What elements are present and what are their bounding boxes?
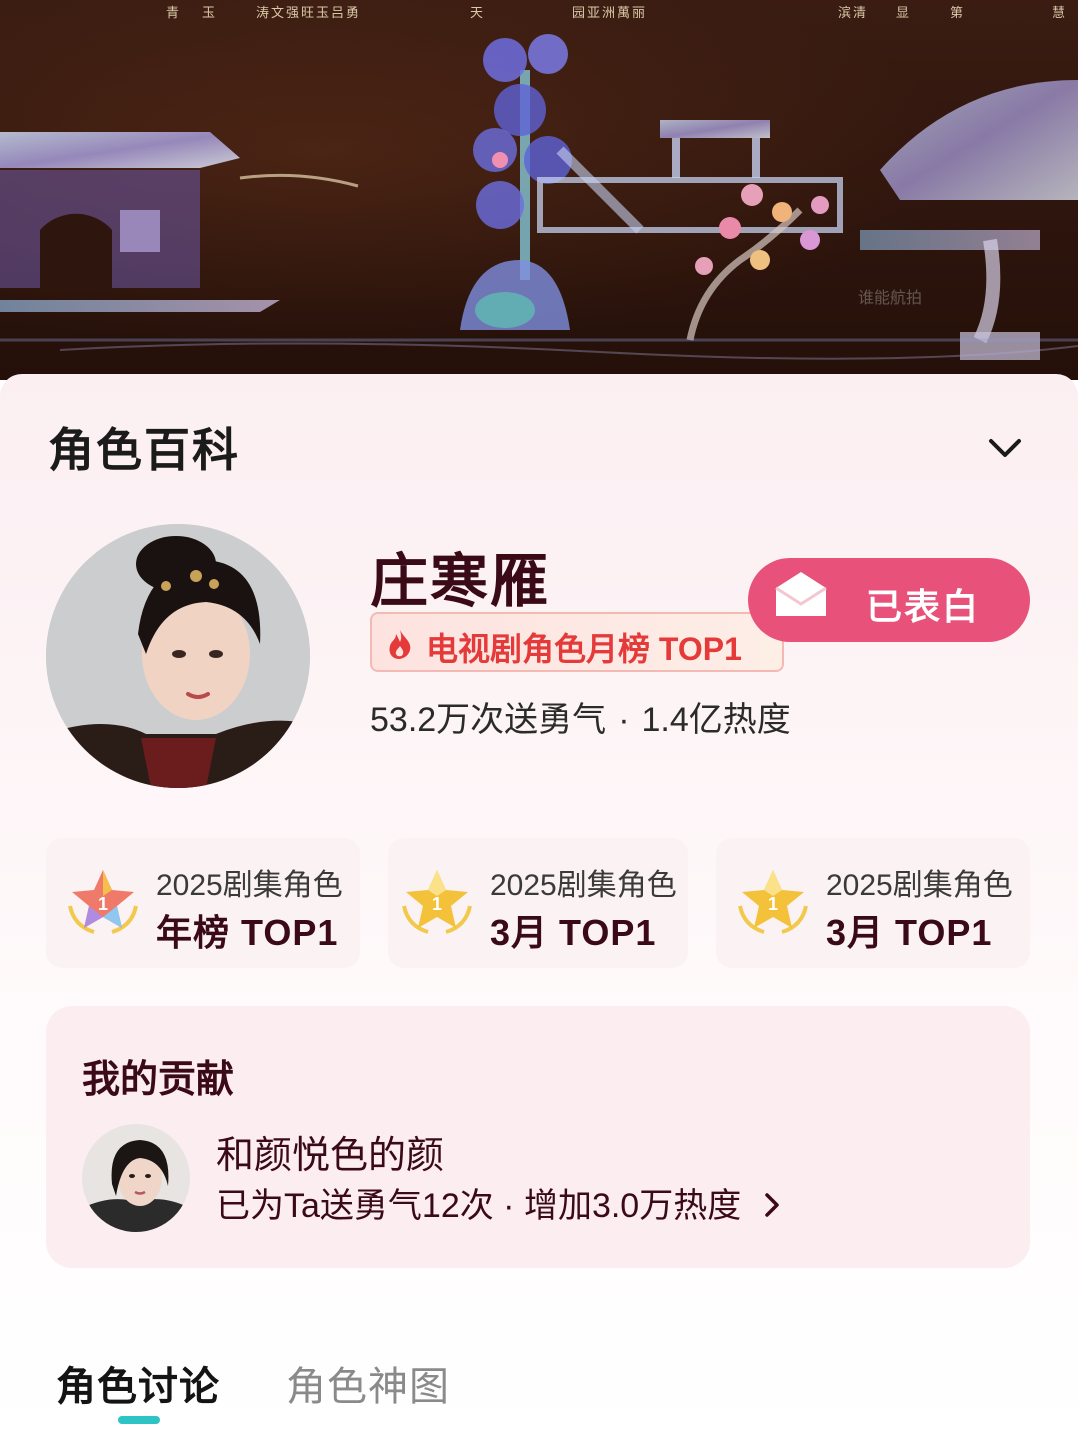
monthly-rank-tag[interactable]: 电视剧角色月榜 TOP1 [370, 612, 784, 672]
flame-icon [389, 630, 411, 659]
character-avatar[interactable] [46, 524, 310, 788]
character-name: 庄寒雁 [370, 549, 551, 614]
confess-button[interactable]: 已表白 [748, 558, 1030, 642]
contributor-name: 和颜悦色的颜 [216, 1135, 445, 1177]
medal-number: 1 [98, 894, 108, 914]
badge-march-top1[interactable]: 1 2025剧集角色 3月 TOP1 [388, 838, 688, 968]
medal-number: 1 [768, 894, 778, 914]
tab-character-images[interactable]: 角色神图 [286, 1354, 450, 1412]
medal-rainbow-icon: 1 [68, 870, 138, 934]
medal-gold-icon: 1 [402, 870, 472, 934]
badge-title: 2025剧集角色 [826, 869, 1013, 902]
section-title: 角色百科 [48, 424, 240, 476]
contribution-detail-text: 已为Ta送勇气12次 · 增加3.0万热度 [216, 1187, 742, 1225]
badge-rank: 3月 TOP1 [490, 912, 657, 953]
tab-character-discussion[interactable]: 角色讨论 [56, 1354, 220, 1412]
courage-count: 53.2万次送勇气 [370, 701, 607, 739]
badge-march-top1[interactable]: 1 2025剧集角色 3月 TOP1 [716, 838, 1030, 968]
envelope-icon [775, 572, 827, 616]
active-tab-indicator [118, 1416, 160, 1424]
medal-number: 1 [432, 894, 442, 914]
chevron-down-icon[interactable] [985, 428, 1025, 468]
my-contribution-panel: 我的贡献 和颜悦色的颜 已为Ta送勇气12次 · 增加3.0万热度 [46, 1006, 1030, 1268]
medal-gold-icon: 1 [738, 870, 808, 934]
heat-count: 1.4亿热度 [641, 701, 791, 739]
character-encyclopedia-card: 角色百科 庄寒雁 电视剧角色月榜 TOP1 已表白 53.2万次送勇气 · 1.… [0, 374, 1078, 1438]
rank-tag-text: 电视剧角色月榜 TOP1 [426, 631, 742, 667]
badge-rank: 年榜 TOP1 [156, 912, 339, 953]
badge-rank: 3月 TOP1 [826, 912, 993, 953]
mother-of-pearl-artwork [0, 34, 1078, 360]
stats-separator: · [618, 701, 630, 739]
user-avatar[interactable] [82, 1124, 190, 1232]
contribution-detail-link[interactable]: 已为Ta送勇气12次 · 增加3.0万热度 [216, 1178, 783, 1227]
character-stats: 53.2万次送勇气 · 1.4亿热度 [370, 692, 791, 741]
badge-title: 2025剧集角色 [490, 869, 677, 902]
badge-annual-top1[interactable]: 1 2025剧集角色 年榜 TOP1 [46, 838, 360, 968]
contribution-title: 我的贡献 [82, 1059, 235, 1101]
header-banner: 青 玉 涛文强旺玉吕勇 天 园亚洲萬丽 滨清 显 第 慧 谁能航拍 [0, 0, 1078, 380]
badge-title: 2025剧集角色 [156, 869, 343, 902]
chevron-right-icon [765, 1193, 779, 1217]
banner-watermark: 谁能航拍 [858, 290, 923, 307]
confess-button-label: 已表白 [866, 586, 981, 627]
